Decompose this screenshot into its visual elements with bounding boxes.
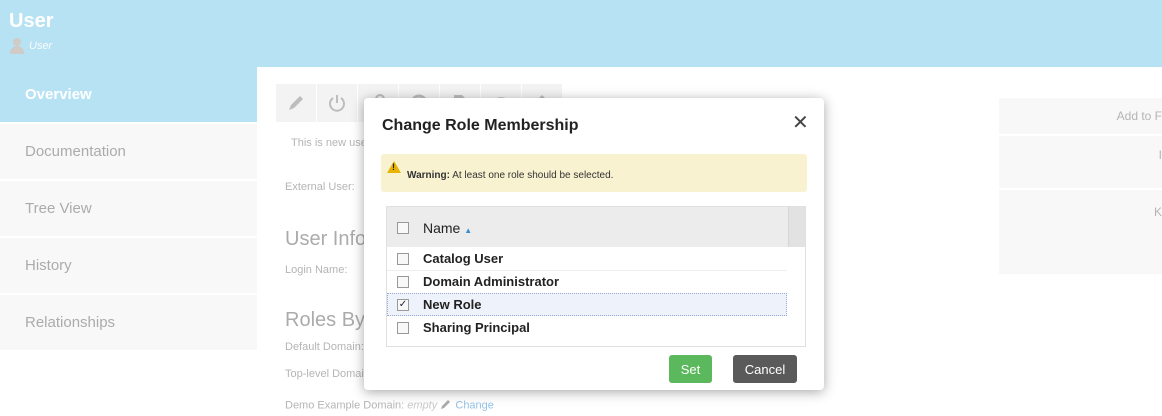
close-icon[interactable]: ✕ [792, 110, 809, 135]
header-scroll-cell [788, 207, 805, 247]
row-checkbox[interactable] [397, 253, 409, 265]
role-name: New Role [423, 297, 482, 312]
cancel-button[interactable]: Cancel [733, 355, 797, 383]
column-label: Name [423, 220, 461, 236]
warning-icon: ! [387, 161, 401, 173]
select-all-checkbox[interactable] [397, 222, 409, 234]
grid-header: Name ▲ [387, 207, 805, 247]
roles-grid: Name ▲ Catalog User Domain Administrator… [386, 206, 806, 347]
role-name: Domain Administrator [423, 274, 560, 289]
row-checkbox[interactable] [397, 276, 409, 288]
change-role-membership-dialog: Change Role Membership ✕ ! Warning: At l… [364, 98, 824, 390]
table-row[interactable]: Sharing Principal [387, 316, 787, 339]
table-row[interactable]: Catalog User [387, 247, 787, 271]
name-column-header[interactable]: Name ▲ [423, 220, 472, 236]
row-checkbox[interactable] [397, 322, 409, 334]
table-row[interactable]: Domain Administrator [387, 270, 787, 294]
warning-label: Warning: [407, 170, 450, 181]
role-name: Sharing Principal [423, 320, 530, 335]
sort-ascending-icon: ▲ [464, 226, 473, 235]
warning-banner: ! Warning: At least one role should be s… [381, 154, 807, 192]
role-name: Catalog User [423, 251, 504, 266]
warning-message: Warning: At least one role should be sel… [407, 170, 613, 181]
table-row[interactable]: ✓ New Role [387, 293, 787, 316]
row-checkbox[interactable]: ✓ [397, 299, 409, 311]
set-button[interactable]: Set [669, 355, 712, 383]
dialog-title: Change Role Membership [382, 117, 579, 134]
warning-text: At least one role should be selected. [452, 170, 614, 181]
